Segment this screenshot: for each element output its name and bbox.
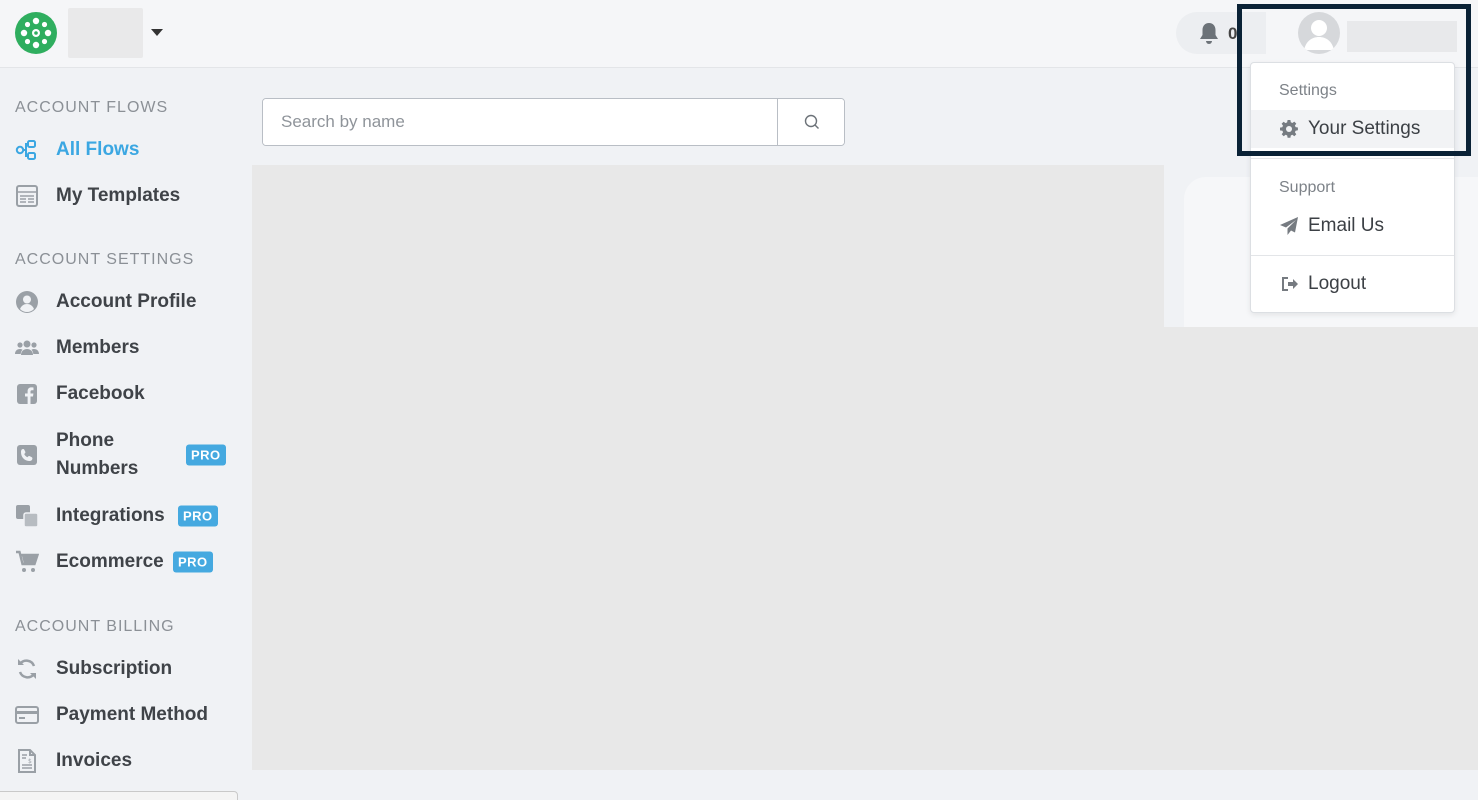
sidebar-item-label: Ecommerce: [56, 551, 164, 572]
menu-item-label: Logout: [1308, 273, 1367, 294]
sidebar-item-label: Integrations: [56, 505, 165, 526]
sidebar: ACCOUNT FLOWS All Flows My Templates ACC…: [0, 69, 250, 800]
sidebar-item-label: Members: [56, 337, 140, 358]
credit-card-icon: [15, 706, 39, 724]
your-settings-menu-item[interactable]: Your Settings: [1251, 110, 1454, 148]
sidebar-item-subscription[interactable]: Subscription: [0, 649, 240, 689]
sidebar-item-invoices[interactable]: $ Invoices: [0, 741, 240, 781]
members-icon: [15, 340, 39, 355]
sidebar-item-payment-method[interactable]: Payment Method: [0, 695, 240, 735]
integrations-icon: [16, 505, 39, 528]
sidebar-item-integrations[interactable]: Integrations PRO: [0, 496, 240, 536]
sidebar-item-members[interactable]: Members: [0, 328, 240, 368]
sidebar-item-label: Phone Numbers: [56, 430, 139, 479]
notifications-button[interactable]: 0: [1176, 12, 1266, 54]
refresh-icon: [18, 659, 36, 679]
top-bar: 0: [0, 0, 1478, 68]
invoice-icon: $: [18, 749, 36, 773]
notification-count: 0: [1228, 24, 1238, 43]
menu-divider: [1251, 255, 1454, 256]
sidebar-item-facebook[interactable]: Facebook: [0, 374, 240, 414]
sidebar-item-all-flows[interactable]: All Flows: [0, 130, 240, 170]
flows-content-area: [252, 165, 1164, 770]
user-menu-dropdown: Settings Your Settings Support Email Us …: [1250, 62, 1455, 313]
templates-icon: [16, 185, 38, 207]
flower-logo-icon[interactable]: [14, 11, 58, 55]
user-avatar-icon[interactable]: [1298, 12, 1340, 54]
sidebar-item-label: Invoices: [56, 750, 133, 771]
menu-heading-support: Support: [1279, 179, 1336, 196]
phone-icon: [17, 445, 37, 465]
menu-item-label: Email Us: [1308, 215, 1385, 236]
logout-menu-item[interactable]: Logout: [1251, 265, 1454, 303]
sidebar-item-label: My Templates: [56, 185, 181, 206]
caret-down-icon[interactable]: [151, 29, 163, 36]
search-bar: [262, 98, 845, 146]
search-button[interactable]: [777, 99, 844, 145]
menu-heading-settings: Settings: [1279, 82, 1337, 99]
side-panel-placeholder: [1164, 327, 1478, 770]
sidebar-heading-billing: ACCOUNT BILLING: [15, 618, 175, 635]
svg-text:$: $: [28, 758, 32, 765]
user-name[interactable]: [1347, 21, 1457, 52]
gear-icon: [1280, 120, 1298, 138]
sidebar-item-ecommerce[interactable]: Ecommerce PRO: [0, 542, 240, 582]
status-tooltip: [0, 791, 238, 800]
pro-badge: PRO: [178, 505, 218, 527]
paper-plane-icon: [1280, 217, 1298, 235]
user-circle-icon: [16, 291, 38, 313]
search-input[interactable]: [263, 99, 777, 145]
workspace-name[interactable]: [68, 8, 143, 58]
pro-badge: PRO: [173, 551, 213, 573]
facebook-icon: [17, 384, 37, 404]
sidebar-item-label: Facebook: [56, 383, 145, 404]
sidebar-item-label: Account Profile: [56, 291, 197, 312]
sidebar-item-phone-numbers[interactable]: Phone Numbers PRO: [0, 424, 240, 486]
sidebar-item-my-templates[interactable]: My Templates: [0, 176, 240, 216]
flows-icon: [15, 140, 36, 160]
menu-item-label: Your Settings: [1308, 118, 1421, 139]
pro-badge: PRO: [186, 444, 226, 466]
sidebar-item-label: Subscription: [56, 658, 173, 679]
bell-icon: [1200, 23, 1218, 44]
sidebar-item-label: Payment Method: [56, 704, 209, 725]
search-icon: [804, 114, 819, 129]
sidebar-heading-flows: ACCOUNT FLOWS: [15, 99, 169, 116]
menu-divider: [1251, 158, 1454, 159]
sidebar-item-label: All Flows: [56, 139, 140, 160]
cart-icon: [16, 550, 39, 572]
sign-out-icon: [1282, 277, 1298, 291]
sidebar-item-account-profile[interactable]: Account Profile: [0, 282, 240, 322]
sidebar-heading-settings: ACCOUNT SETTINGS: [15, 251, 195, 268]
email-us-menu-item[interactable]: Email Us: [1251, 207, 1454, 245]
